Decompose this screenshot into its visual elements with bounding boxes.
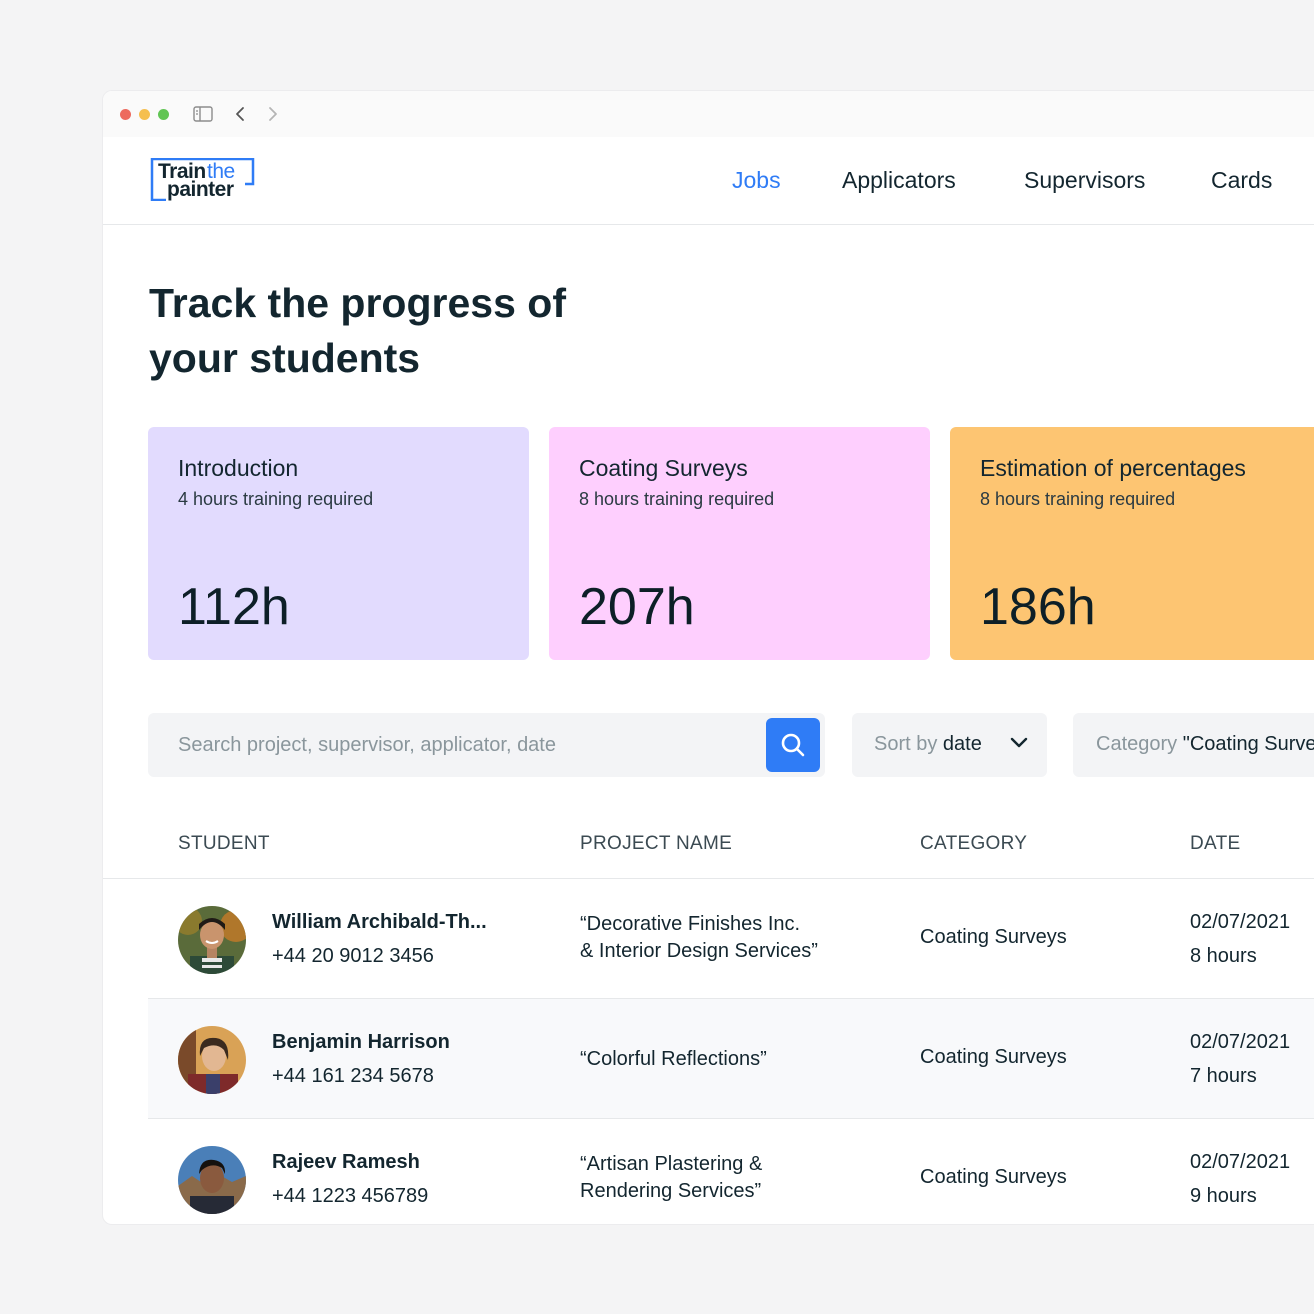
category-cell: Coating Surveys xyxy=(920,926,1067,948)
browser-titlebar xyxy=(103,91,1314,137)
category-prefix: Category xyxy=(1096,733,1178,755)
table-row[interactable]: Benjamin Harrison +44 161 234 5678 “Colo… xyxy=(148,999,1314,1119)
project-name: “Decorative Finishes Inc. & Interior Des… xyxy=(580,913,818,962)
card-subtitle: 8 hours training required xyxy=(980,489,1176,509)
category-value: "Coating Surveys" xyxy=(1182,733,1314,755)
project-name: “Artisan Plastering & Rendering Services… xyxy=(580,1153,763,1202)
student-name[interactable]: William Archibald-Th... xyxy=(272,911,487,934)
card-title: Coating Surveys xyxy=(579,455,748,481)
card-hours-value: 186h xyxy=(980,578,1096,636)
maximize-window-icon[interactable] xyxy=(158,109,169,120)
table-header: STUDENT PROJECT NAME CATEGORY DATE xyxy=(103,823,1314,879)
chevron-right-icon[interactable] xyxy=(263,104,283,124)
page-title: Track the progress of your students xyxy=(149,280,566,381)
table-row[interactable]: William Archibald-Th... +44 20 9012 3456… xyxy=(148,879,1314,999)
nav-applicators[interactable]: Applicators xyxy=(842,167,956,194)
sidebar-icon[interactable] xyxy=(193,104,213,124)
chevron-left-icon[interactable] xyxy=(230,104,250,124)
card-hours-value: 207h xyxy=(579,578,695,636)
student-phone: +44 161 234 5678 xyxy=(272,1065,434,1087)
app-header: Train the painter Jobs Applicators Super… xyxy=(103,137,1314,225)
student-phone: +44 20 9012 3456 xyxy=(272,945,434,967)
sort-label: Sort by date xyxy=(874,733,982,756)
hours-cell: 9 hours xyxy=(1190,1185,1257,1207)
search-bar xyxy=(148,713,825,777)
close-window-icon[interactable] xyxy=(120,109,131,120)
sort-value: date xyxy=(942,733,982,755)
avatar xyxy=(178,1146,246,1214)
card-title: Introduction xyxy=(178,455,299,481)
project-name: “Colorful Reflections” xyxy=(580,1048,767,1070)
column-header-category[interactable]: CATEGORY xyxy=(920,833,1027,855)
column-header-student[interactable]: STUDENT xyxy=(178,833,270,855)
nav-cards[interactable]: Cards xyxy=(1211,167,1272,194)
card-hours-value: 112h xyxy=(178,578,290,636)
date-cell: 02/07/2021 xyxy=(1190,911,1291,933)
column-header-date[interactable]: DATE xyxy=(1190,833,1240,855)
student-name[interactable]: Rajeev Ramesh xyxy=(272,1151,420,1174)
chevron-down-icon xyxy=(1010,737,1028,748)
category-label: Category "Coating Surveys" xyxy=(1096,733,1314,756)
category-cell: Coating Surveys xyxy=(920,1046,1067,1068)
category-dropdown[interactable]: Category "Coating Surveys" xyxy=(1073,713,1314,777)
student-phone: +44 1223 456789 xyxy=(272,1185,429,1207)
minimize-window-icon[interactable] xyxy=(139,109,150,120)
course-card-estimation[interactable]: Estimation of percentages 8 hours traini… xyxy=(950,427,1314,660)
category-cell: Coating Surveys xyxy=(920,1166,1067,1188)
hours-cell: 7 hours xyxy=(1190,1065,1257,1087)
course-card-coating-surveys[interactable]: Coating Surveys 8 hours training require… xyxy=(549,427,930,660)
avatar xyxy=(178,1026,246,1094)
card-title: Estimation of percentages xyxy=(980,455,1246,481)
sort-dropdown[interactable]: Sort by date xyxy=(852,713,1047,777)
logo-text-painter: painter xyxy=(167,178,234,201)
avatar xyxy=(178,906,246,974)
column-header-project-name[interactable]: PROJECT NAME xyxy=(580,833,732,855)
table-row[interactable]: Rajeev Ramesh +44 1223 456789 “Artisan P… xyxy=(148,1119,1314,1224)
sort-prefix: Sort by xyxy=(874,733,938,755)
search-input[interactable] xyxy=(178,713,758,777)
nav-jobs[interactable]: Jobs xyxy=(732,167,781,194)
date-cell: 02/07/2021 xyxy=(1190,1151,1291,1173)
student-name[interactable]: Benjamin Harrison xyxy=(272,1031,450,1054)
date-cell: 02/07/2021 xyxy=(1190,1031,1291,1053)
browser-window: Train the painter Jobs Applicators Super… xyxy=(102,90,1314,1225)
train-the-painter-logo[interactable]: Train the painter xyxy=(149,158,259,203)
nav-supervisors[interactable]: Supervisors xyxy=(1024,167,1145,194)
course-card-introduction[interactable]: Introduction 4 hours training required 1… xyxy=(148,427,529,660)
card-subtitle: 8 hours training required xyxy=(579,489,775,509)
search-icon xyxy=(781,733,805,757)
search-button[interactable] xyxy=(766,718,820,772)
hours-cell: 8 hours xyxy=(1190,945,1257,967)
card-subtitle: 4 hours training required xyxy=(178,489,374,509)
